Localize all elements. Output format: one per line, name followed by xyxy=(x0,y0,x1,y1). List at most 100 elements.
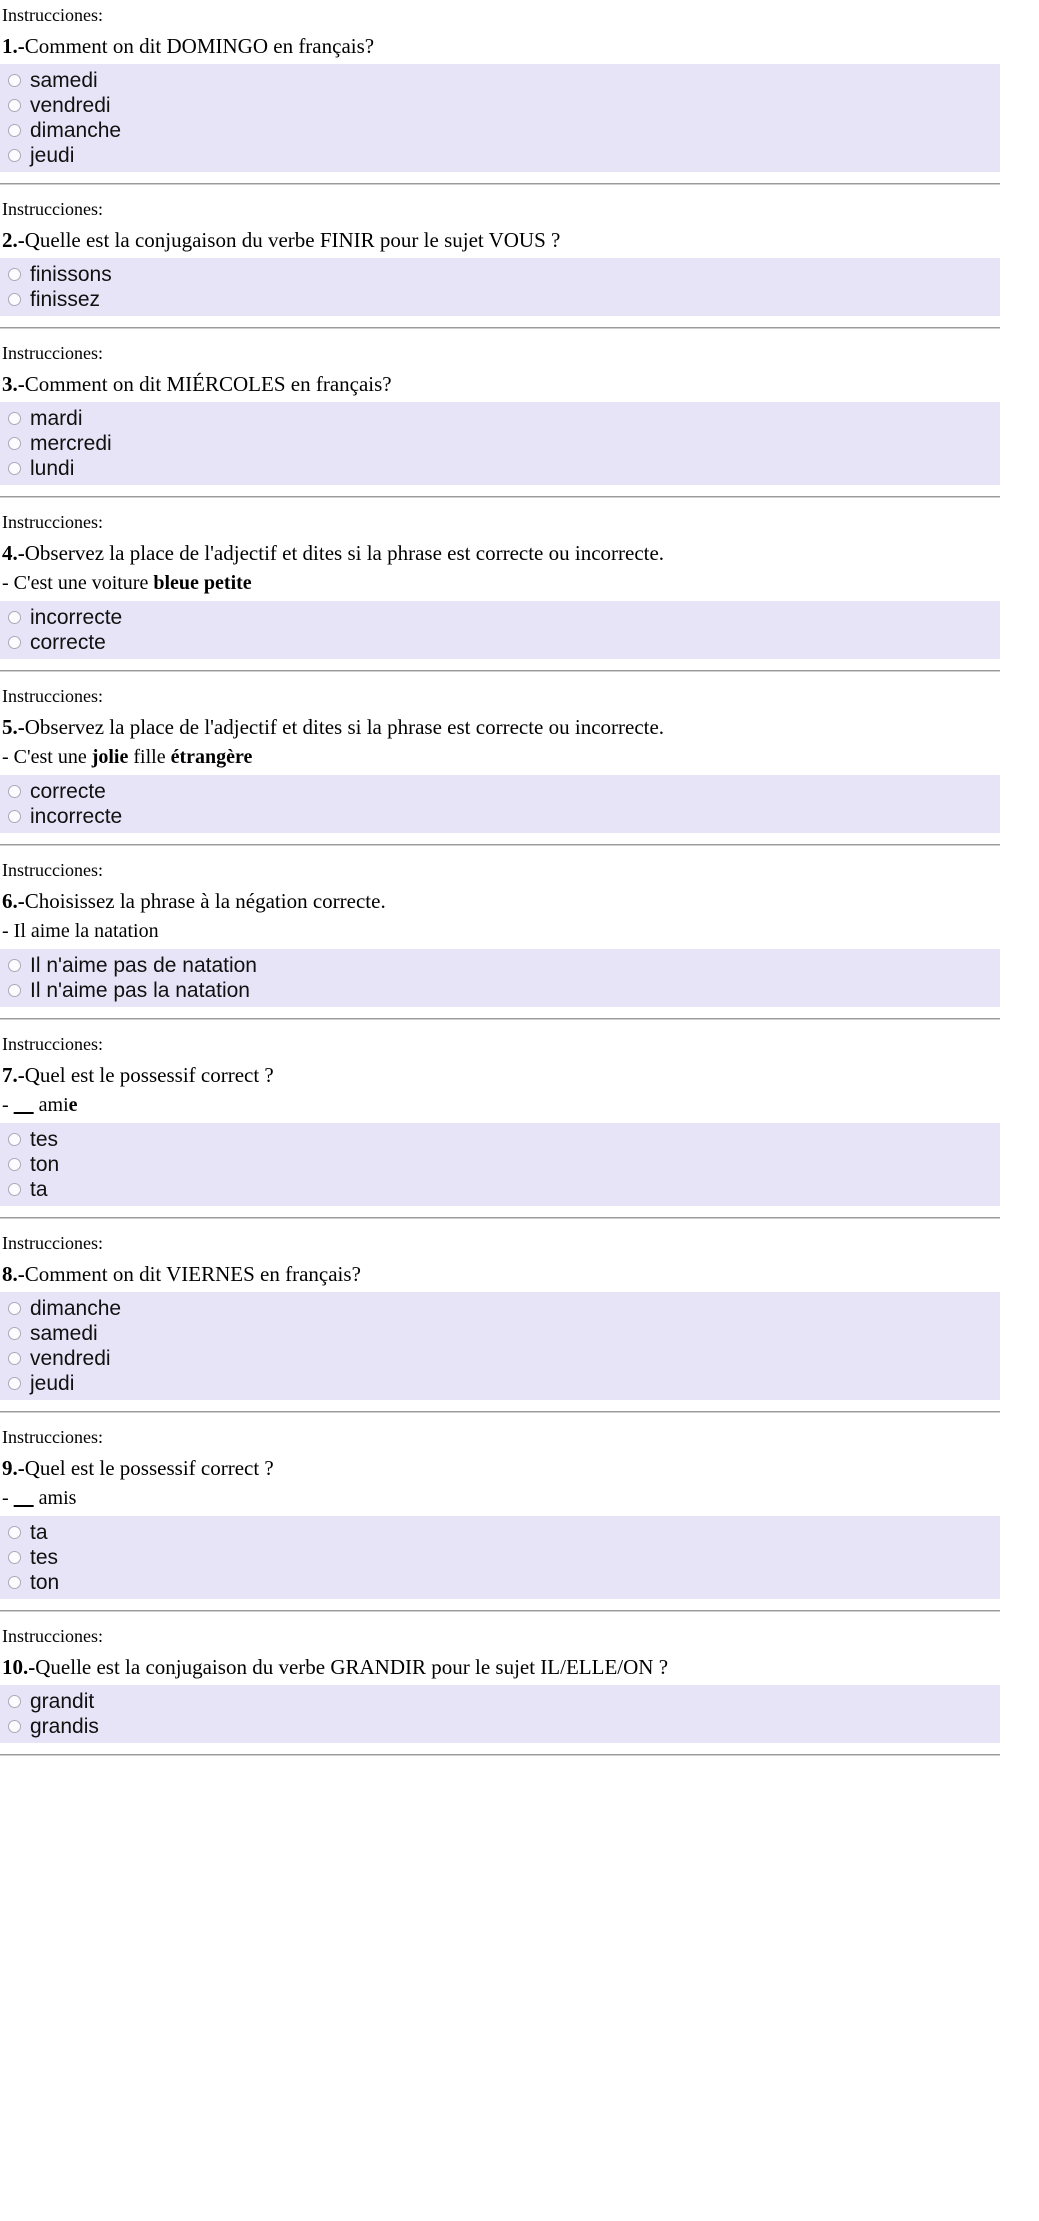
radio-unchecked-icon[interactable] xyxy=(8,99,21,112)
radio-unchecked-icon[interactable] xyxy=(8,959,21,972)
instructions-label: Instrucciones: xyxy=(2,1034,103,1054)
question-block-3: Instrucciones: 3.-Comment on dit MIÉRCOL… xyxy=(0,338,1039,485)
quiz-page: Instrucciones: 1.-Comment on dit DOMINGO… xyxy=(0,0,1039,1756)
question-block-7: Instrucciones: 7.-Quel est le possessif … xyxy=(0,1029,1039,1206)
option-row[interactable]: vendredi xyxy=(0,93,1000,118)
instructions-label: Instrucciones: xyxy=(2,512,103,532)
option-label: samedi xyxy=(30,69,98,92)
option-row[interactable]: Il n'aime pas la natation xyxy=(0,978,1000,1003)
section-divider xyxy=(0,327,1000,329)
option-row[interactable]: dimanche xyxy=(0,1296,1000,1321)
option-label: vendredi xyxy=(30,1347,111,1370)
radio-unchecked-icon[interactable] xyxy=(8,1377,21,1390)
options-group: tes ton ta xyxy=(0,1123,1000,1206)
option-label: lundi xyxy=(30,457,75,480)
question-number: 8.- xyxy=(2,1262,25,1286)
option-row[interactable]: vendredi xyxy=(0,1346,1000,1371)
radio-unchecked-icon[interactable] xyxy=(8,785,21,798)
radio-unchecked-icon[interactable] xyxy=(8,984,21,997)
option-row[interactable]: ta xyxy=(0,1520,1000,1545)
radio-unchecked-icon[interactable] xyxy=(8,149,21,162)
question-number: 10.- xyxy=(2,1655,36,1679)
question-subtext-emphasis: jolie xyxy=(91,746,129,768)
radio-unchecked-icon[interactable] xyxy=(8,437,21,450)
question-text: Choisissez la phrase à la négation corre… xyxy=(24,889,386,913)
question-text: Comment on dit VIERNES en français? xyxy=(24,1262,361,1286)
option-row[interactable]: correcte xyxy=(0,779,1000,804)
section-divider xyxy=(0,496,1000,498)
radio-unchecked-icon[interactable] xyxy=(8,1158,21,1171)
option-row[interactable]: finissez xyxy=(0,287,1000,312)
section-divider xyxy=(0,183,1000,185)
option-label: tes xyxy=(30,1128,59,1151)
radio-unchecked-icon[interactable] xyxy=(8,810,21,823)
question-number: 7.- xyxy=(2,1063,25,1087)
option-row[interactable]: lundi xyxy=(0,456,1000,481)
radio-unchecked-icon[interactable] xyxy=(8,1327,21,1340)
question-block-2: Instrucciones: 2.-Quelle est la conjugai… xyxy=(0,194,1039,316)
instructions-label: Instrucciones: xyxy=(2,686,103,706)
option-row[interactable]: incorrecte xyxy=(0,804,1000,829)
option-row[interactable]: incorrecte xyxy=(0,605,1000,630)
option-label: incorrecte xyxy=(30,805,123,828)
section-divider xyxy=(0,1018,1000,1020)
radio-unchecked-icon[interactable] xyxy=(8,1352,21,1365)
radio-unchecked-icon[interactable] xyxy=(8,1576,21,1589)
radio-unchecked-icon[interactable] xyxy=(8,124,21,137)
question-number: 9.- xyxy=(2,1456,25,1480)
question-stem: 5.-Observez la place de l'adjectif et di… xyxy=(0,711,1039,743)
radio-unchecked-icon[interactable] xyxy=(8,636,21,649)
question-block-1: Instrucciones: 1.-Comment on dit DOMINGO… xyxy=(0,0,1039,172)
options-group: finissons finissez xyxy=(0,258,1000,316)
question-block-4: Instrucciones: 4.-Observez la place de l… xyxy=(0,507,1039,659)
option-row[interactable]: tes xyxy=(0,1127,1000,1152)
options-group: samedi vendredi dimanche jeudi xyxy=(0,64,1000,172)
radio-unchecked-icon[interactable] xyxy=(8,268,21,281)
option-row[interactable]: correcte xyxy=(0,630,1000,655)
question-number: 6.- xyxy=(2,889,25,913)
option-row[interactable]: samedi xyxy=(0,1321,1000,1346)
option-label: mercredi xyxy=(30,432,112,455)
question-block-10: Instrucciones: 10.-Quelle est la conjuga… xyxy=(0,1621,1039,1743)
question-stem: 2.-Quelle est la conjugaison du verbe FI… xyxy=(0,224,1039,256)
radio-unchecked-icon[interactable] xyxy=(8,1551,21,1564)
instructions-label: Instrucciones: xyxy=(2,860,103,880)
option-row[interactable]: mercredi xyxy=(0,431,1000,456)
options-group: ta tes ton xyxy=(0,1516,1000,1599)
radio-unchecked-icon[interactable] xyxy=(8,462,21,475)
option-row[interactable]: mardi xyxy=(0,406,1000,431)
option-row[interactable]: grandit xyxy=(0,1689,1000,1714)
option-row[interactable]: Il n'aime pas de natation xyxy=(0,953,1000,978)
question-block-6: Instrucciones: 6.-Choisissez la phrase à… xyxy=(0,855,1039,1007)
option-row[interactable]: jeudi xyxy=(0,1371,1000,1396)
option-row[interactable]: grandis xyxy=(0,1714,1000,1739)
radio-unchecked-icon[interactable] xyxy=(8,1526,21,1539)
option-row[interactable]: tes xyxy=(0,1545,1000,1570)
option-row[interactable]: dimanche xyxy=(0,118,1000,143)
radio-unchecked-icon[interactable] xyxy=(8,412,21,425)
option-row[interactable]: ton xyxy=(0,1152,1000,1177)
radio-unchecked-icon[interactable] xyxy=(8,1695,21,1708)
option-label: jeudi xyxy=(30,1372,75,1395)
question-stem: 3.-Comment on dit MIÉRCOLES en français? xyxy=(0,368,1039,400)
radio-unchecked-icon[interactable] xyxy=(8,1133,21,1146)
radio-unchecked-icon[interactable] xyxy=(8,293,21,306)
option-label: correcte xyxy=(30,780,106,803)
option-row[interactable]: ta xyxy=(0,1177,1000,1202)
radio-unchecked-icon[interactable] xyxy=(8,1720,21,1733)
question-text: Observez la place de l'adjectif et dites… xyxy=(24,715,665,739)
option-row[interactable]: jeudi xyxy=(0,143,1000,168)
option-label: finissons xyxy=(30,263,112,286)
section-divider xyxy=(0,670,1000,672)
radio-unchecked-icon[interactable] xyxy=(8,74,21,87)
option-label: ton xyxy=(30,1153,60,1176)
question-stem: 4.-Observez la place de l'adjectif et di… xyxy=(0,537,1039,569)
radio-unchecked-icon[interactable] xyxy=(8,1183,21,1196)
options-group: mardi mercredi lundi xyxy=(0,402,1000,485)
option-row[interactable]: samedi xyxy=(0,68,1000,93)
option-row[interactable]: ton xyxy=(0,1570,1000,1595)
options-group: correcte incorrecte xyxy=(0,775,1000,833)
radio-unchecked-icon[interactable] xyxy=(8,1302,21,1315)
radio-unchecked-icon[interactable] xyxy=(8,611,21,624)
option-row[interactable]: finissons xyxy=(0,262,1000,287)
